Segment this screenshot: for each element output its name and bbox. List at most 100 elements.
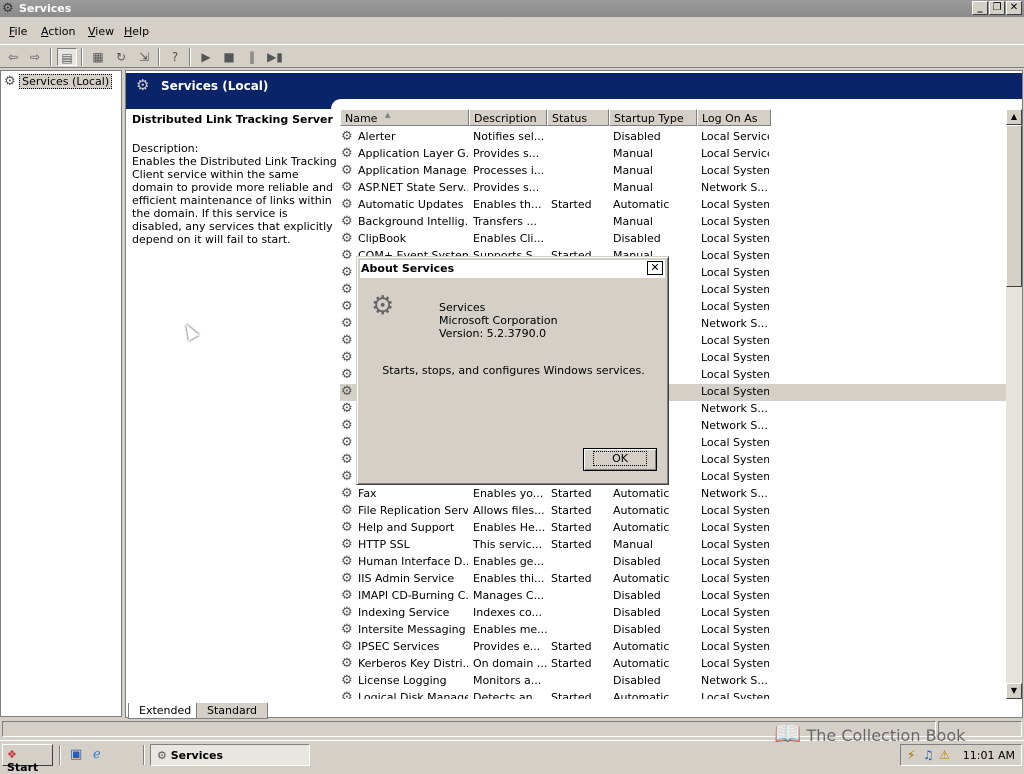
- table-row[interactable]: ⚙ Indexing Service Indexes co... Disabled Lo…: [340, 605, 1006, 622]
- console-tree: ⚙ Services (Local): [0, 70, 122, 717]
- tray-network-icon[interactable]: ⚡: [907, 748, 915, 762]
- restart-service-icon[interactable]: ▶▮: [265, 48, 285, 66]
- table-row[interactable]: ⚙ Help and Support Enables He... Started Aut…: [340, 520, 1006, 537]
- menu-action[interactable]: Action: [41, 25, 75, 38]
- menu-file[interactable]: File: [9, 25, 27, 38]
- internet-explorer-icon[interactable]: ℯ: [93, 747, 101, 762]
- menu-view[interactable]: View: [88, 25, 114, 38]
- service-gear-icon: ⚙: [341, 129, 353, 144]
- pause-service-icon[interactable]: ‖: [242, 48, 262, 66]
- cell-log-on-as: Local System: [701, 470, 769, 483]
- table-row[interactable]: ⚙ Automatic Updates Enables th... Started Au…: [340, 197, 1006, 214]
- table-row[interactable]: ⚙ Intersite Messaging Enables me... Disable…: [340, 622, 1006, 639]
- restore-button[interactable]: ❐: [989, 1, 1005, 15]
- close-button[interactable]: ✕: [1006, 1, 1022, 15]
- cell-log-on-as: Network S...: [701, 674, 768, 687]
- service-gear-icon: ⚙: [341, 265, 353, 280]
- service-gear-icon: ⚙: [341, 554, 353, 569]
- menu-help[interactable]: Help: [124, 25, 149, 38]
- forward-arrow-icon[interactable]: ⇨: [25, 48, 45, 66]
- window-title-bar[interactable]: ⚙ Services _ ❐ ✕: [0, 0, 1024, 17]
- cell-status: Started: [551, 538, 592, 551]
- service-gear-icon: ⚙: [341, 146, 353, 161]
- table-row[interactable]: ⚙ License Logging Monitors a... Disabled Net…: [340, 673, 1006, 690]
- menu-bar: File Action View Help: [0, 21, 1024, 41]
- table-row[interactable]: ⚙ Kerberos Key Distri... On domain ... Star…: [340, 656, 1006, 673]
- cell-name: Logical Disk Manager: [358, 691, 468, 699]
- cell-description: Enables He...: [473, 521, 546, 534]
- taskbar-item-services[interactable]: ⚙ Services: [150, 744, 310, 766]
- cell-name: Fax: [358, 487, 377, 500]
- table-row[interactable]: ⚙ File Replication Serv... Allows files...…: [340, 503, 1006, 520]
- cell-description: Provides s...: [473, 147, 540, 160]
- description-text: Enables the Distributed Link Tracking Cl…: [132, 155, 337, 246]
- cell-log-on-as: Local System: [701, 606, 769, 619]
- toolbar: ⇦ ⇨ ▤ ▦ ↻ ⇲ ? ▶ ■ ‖ ▶▮: [0, 44, 1024, 68]
- cell-log-on-as: Local System: [701, 555, 769, 568]
- stop-service-icon[interactable]: ■: [219, 48, 239, 66]
- vertical-scrollbar[interactable]: ▲ ▼: [1006, 109, 1022, 699]
- scroll-thumb[interactable]: [1006, 125, 1022, 287]
- table-row[interactable]: ⚙ IIS Admin Service Enables thi... Started A…: [340, 571, 1006, 588]
- cell-log-on-as: Network S...: [701, 181, 768, 194]
- windows-logo-icon: ❖: [7, 748, 17, 761]
- start-button[interactable]: ❖ Start: [2, 744, 53, 774]
- export-list-icon[interactable]: ⇲: [134, 48, 154, 66]
- show-hide-tree-icon[interactable]: ▤: [57, 48, 77, 66]
- dialog-app-name: Services: [439, 301, 486, 314]
- column-header-description[interactable]: Description: [469, 109, 547, 126]
- taskbar-separator: [143, 745, 145, 765]
- service-gear-icon: ⚙: [341, 214, 353, 229]
- tray-volume-icon[interactable]: ♫: [923, 748, 934, 762]
- table-row[interactable]: ⚙ ASP.NET State Serv... Provides s... Manua…: [340, 180, 1006, 197]
- show-desktop-icon[interactable]: ▣: [70, 747, 82, 762]
- table-row[interactable]: ⚙ HTTP SSL This servic... Started Manual Loca…: [340, 537, 1006, 554]
- start-service-icon[interactable]: ▶: [196, 48, 216, 66]
- cell-startup-type: Disabled: [613, 674, 661, 687]
- ok-button[interactable]: OK: [583, 448, 657, 471]
- tab-extended[interactable]: Extended: [128, 703, 203, 719]
- cell-description: This servic...: [473, 538, 543, 551]
- tray-warning-icon[interactable]: ⚠: [939, 748, 950, 762]
- scroll-up-button[interactable]: ▲: [1006, 109, 1022, 125]
- column-header-startup-type[interactable]: Startup Type: [609, 109, 697, 126]
- table-row[interactable]: ⚙ Background Intellig... Transfers ... Manu…: [340, 214, 1006, 231]
- cell-log-on-as: Local System: [701, 198, 769, 211]
- cell-log-on-as: Local System: [701, 249, 769, 262]
- dialog-title-bar[interactable]: About Services ✕: [360, 260, 665, 278]
- tab-standard[interactable]: Standard: [196, 703, 269, 719]
- service-gear-icon: ⚙: [341, 350, 353, 365]
- taskbar-separator: [59, 745, 61, 765]
- column-header-name[interactable]: Name ▲: [340, 109, 469, 126]
- properties-icon[interactable]: ▦: [88, 48, 108, 66]
- cell-name: IMAPI CD-Burning C...: [358, 589, 468, 602]
- service-title: Distributed Link Tracking Server: [132, 113, 333, 126]
- taskbar-clock: 11:01 AM: [962, 749, 1015, 762]
- table-row[interactable]: ⚙ Logical Disk Manager Detects an... Starte…: [340, 690, 1006, 699]
- service-gear-icon: ⚙: [341, 180, 353, 195]
- cell-log-on-as: Local System: [701, 232, 769, 245]
- column-header-log-on-as[interactable]: Log On As: [697, 109, 771, 126]
- scroll-down-button[interactable]: ▼: [1006, 683, 1022, 699]
- table-row[interactable]: ⚙ Application Manage... Processes i... Manu…: [340, 163, 1006, 180]
- refresh-icon[interactable]: ↻: [111, 48, 131, 66]
- table-row[interactable]: ⚙ Fax Enables yo... Started Automatic Network…: [340, 486, 1006, 503]
- toolbar-separator: [189, 48, 191, 66]
- tree-node-services-local[interactable]: ⚙ Services (Local): [4, 74, 113, 89]
- cell-status: Started: [551, 572, 592, 585]
- help-icon[interactable]: ?: [165, 48, 185, 66]
- cell-log-on-as: Network S...: [701, 487, 768, 500]
- table-row[interactable]: ⚙ IPSEC Services Provides e... Started Autom…: [340, 639, 1006, 656]
- column-header-status[interactable]: Status: [547, 109, 609, 126]
- back-arrow-icon[interactable]: ⇦: [3, 48, 23, 66]
- table-row[interactable]: ⚙ Human Interface D... Enables ge... Disabl…: [340, 554, 1006, 571]
- cell-startup-type: Manual: [613, 147, 653, 160]
- service-gear-icon: ⚙: [341, 503, 353, 518]
- dialog-close-button[interactable]: ✕: [647, 261, 663, 275]
- table-row[interactable]: ⚙ Alerter Notifies sel... Disabled Local Ser…: [340, 129, 1006, 146]
- table-row[interactable]: ⚙ ClipBook Enables Cli... Disabled Local Sys…: [340, 231, 1006, 248]
- table-row[interactable]: ⚙ IMAPI CD-Burning C... Manages C... Disabl…: [340, 588, 1006, 605]
- table-row[interactable]: ⚙ Application Layer G... Provides s... Manu…: [340, 146, 1006, 163]
- service-gear-icon: ⚙: [341, 622, 353, 637]
- minimize-button[interactable]: _: [972, 1, 988, 15]
